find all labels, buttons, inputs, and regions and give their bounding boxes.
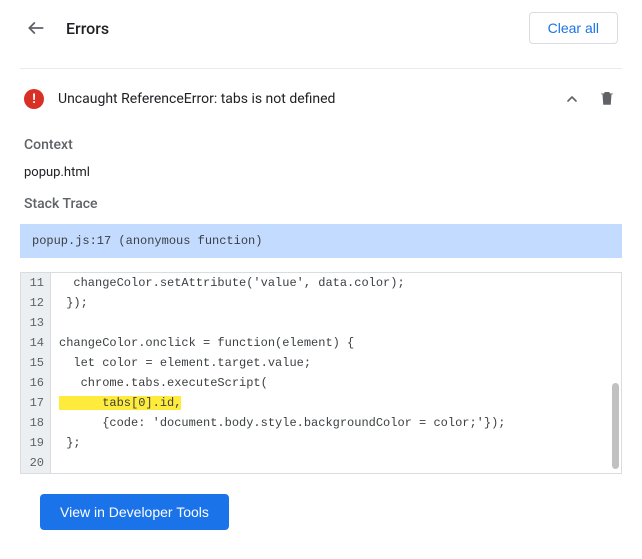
- code-text: });: [51, 293, 88, 313]
- line-number: 13: [21, 313, 51, 333]
- footer: View in Developer Tools: [40, 494, 622, 530]
- code-line: 11 changeColor.setAttribute('value', dat…: [21, 273, 621, 293]
- chevron-up-icon[interactable]: [560, 87, 584, 111]
- code-line: 12 });: [21, 293, 621, 313]
- code-text: changeColor.setAttribute('value', data.c…: [51, 273, 405, 293]
- header-bar: Errors Clear all: [0, 0, 642, 56]
- code-line: 16 chrome.tabs.executeScript(: [21, 373, 621, 393]
- context-label: Context: [24, 137, 618, 153]
- code-scrollbar[interactable]: [612, 275, 619, 471]
- code-line: 14changeColor.onclick = function(element…: [21, 333, 621, 353]
- code-text: [51, 453, 59, 473]
- code-text: {code: 'document.body.style.backgroundCo…: [51, 413, 505, 433]
- view-in-devtools-button[interactable]: View in Developer Tools: [40, 494, 229, 530]
- error-icon: !: [24, 89, 44, 109]
- back-arrow-icon[interactable]: [24, 16, 48, 40]
- code-line: 17 tabs[0].id,: [21, 393, 621, 413]
- line-number: 15: [21, 353, 51, 373]
- code-text: changeColor.onclick = function(element) …: [51, 333, 354, 353]
- header-left: Errors: [24, 16, 109, 40]
- page-title: Errors: [66, 19, 109, 38]
- code-text: let color = element.target.value;: [51, 353, 311, 373]
- error-header-row[interactable]: ! Uncaught ReferenceError: tabs is not d…: [20, 77, 622, 121]
- line-number: 17: [21, 393, 51, 413]
- stack-frame[interactable]: popup.js:17 (anonymous function): [20, 224, 622, 258]
- code-block: 11 changeColor.setAttribute('value', dat…: [20, 272, 622, 474]
- code-line: 13: [21, 313, 621, 333]
- line-number: 20: [21, 453, 51, 473]
- line-number: 11: [21, 273, 51, 293]
- error-card: ! Uncaught ReferenceError: tabs is not d…: [20, 68, 622, 530]
- code-text: chrome.tabs.executeScript(: [51, 373, 268, 393]
- line-number: 18: [21, 413, 51, 433]
- line-number: 16: [21, 373, 51, 393]
- code-text: [51, 313, 59, 333]
- stack-trace-label: Stack Trace: [24, 196, 618, 212]
- code-line: 19 };: [21, 433, 621, 453]
- code-line: 20: [21, 453, 621, 473]
- error-message: Uncaught ReferenceError: tabs is not def…: [58, 91, 560, 107]
- line-number: 14: [21, 333, 51, 353]
- code-text: };: [51, 433, 81, 453]
- context-value: popup.html: [24, 165, 618, 180]
- code-line: 18 {code: 'document.body.style.backgroun…: [21, 413, 621, 433]
- line-number: 19: [21, 433, 51, 453]
- line-number: 12: [21, 293, 51, 313]
- code-line: 15 let color = element.target.value;: [21, 353, 621, 373]
- trash-icon[interactable]: [598, 89, 618, 109]
- code-text: tabs[0].id,: [51, 393, 181, 413]
- clear-all-button[interactable]: Clear all: [529, 12, 618, 44]
